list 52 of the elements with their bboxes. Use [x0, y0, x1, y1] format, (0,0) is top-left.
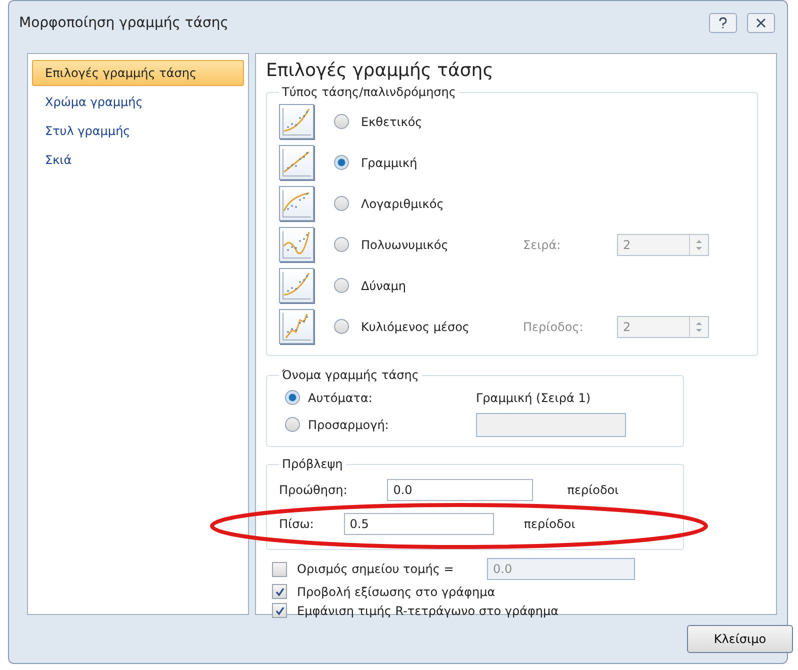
help-icon: [718, 17, 728, 29]
option-label: Αυτόματα:: [308, 390, 374, 404]
unit-label: περίοδοι: [567, 483, 619, 497]
option-label: Γραμμική: [361, 156, 418, 170]
sidebar-item[interactable]: Στυλ γραμμής: [32, 118, 244, 144]
group-legend: Πρόβλεψη: [279, 457, 346, 471]
group-legend: Όνομα γραμμής τάσης: [279, 368, 422, 382]
group-legend: Τύπος τάσης/παλινδρόμησης: [279, 85, 459, 99]
radio-button[interactable]: [334, 319, 349, 334]
close-button[interactable]: Κλείσιμο: [687, 625, 793, 653]
radio-button[interactable]: [334, 155, 349, 170]
radio-button[interactable]: [285, 390, 300, 405]
input-field[interactable]: [476, 412, 626, 436]
sidebar-item[interactable]: Επιλογές γραμμής τάσης: [32, 60, 244, 86]
field-label: Πίσω:: [279, 517, 314, 531]
field-label: Περίοδος:: [523, 320, 584, 334]
checkbox[interactable]: [272, 584, 287, 599]
window-title: Μορφοποίηση γραμμής τάσης: [19, 15, 230, 31]
option-label: Προσαρμογή:: [308, 418, 390, 432]
unit-label: περίοδοι: [524, 517, 576, 531]
radio-button[interactable]: [285, 417, 300, 432]
trendline-chart-icon: [279, 186, 314, 221]
sidebar-item[interactable]: Χρώμα γραμμής: [32, 89, 244, 115]
input-field[interactable]: 0.0: [387, 479, 534, 501]
trendline-chart-icon: [279, 309, 314, 344]
radio-button[interactable]: [334, 196, 349, 211]
input-field[interactable]: 0.5: [344, 513, 494, 535]
field-label: Προώθηση:: [279, 483, 348, 497]
name-value: Γραμμική (Σειρά 1): [476, 390, 591, 404]
sidebar-item[interactable]: Σκιά: [32, 147, 244, 173]
trendline-chart-icon: [279, 268, 314, 303]
checkbox[interactable]: [272, 603, 287, 618]
option-label: Λογαριθμικός: [361, 196, 444, 210]
trendline-chart-icon: [279, 104, 314, 139]
option-label: Δύναμη: [361, 278, 406, 292]
help-button[interactable]: [709, 13, 737, 33]
checkbox-label: Προβολή εξίσωσης στο γράφημα: [297, 584, 496, 598]
checkbox-label: Ορισμός σημείου τομής =: [297, 562, 455, 576]
panel-heading: Επιλογές γραμμής τάσης: [266, 60, 494, 81]
field-label: Σειρά:: [523, 238, 562, 252]
trendline-chart-icon: [279, 227, 314, 262]
close-button[interactable]: [747, 13, 775, 33]
option-label: Εκθετικός: [361, 114, 422, 128]
radio-button[interactable]: [334, 278, 349, 293]
close-icon: [756, 18, 766, 28]
trendline-chart-icon: [279, 145, 314, 180]
checkbox-label: Εμφάνιση τιμής R-τετράγωνο στο γράφημα: [297, 604, 559, 618]
option-label: Κυλιόμενος μέσος: [361, 320, 470, 334]
option-label: Πολυωνυμικός: [361, 238, 450, 252]
checkbox[interactable]: [272, 562, 287, 576]
radio-button[interactable]: [334, 114, 349, 129]
radio-button[interactable]: [334, 237, 349, 252]
